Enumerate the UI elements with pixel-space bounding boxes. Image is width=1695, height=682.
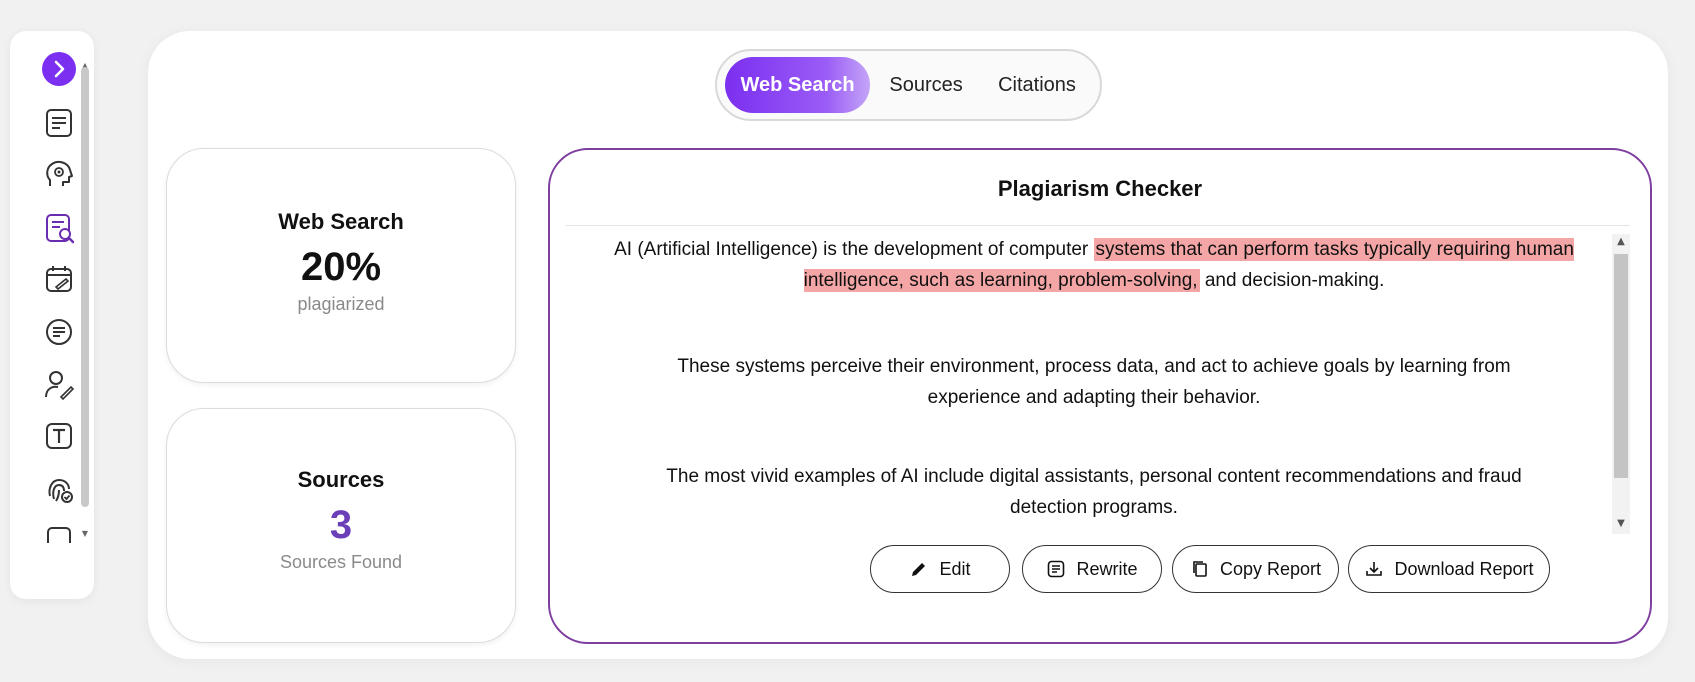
rewrite-button[interactable]: Rewrite (1022, 545, 1162, 593)
plagiarized-label: plagiarized (297, 294, 385, 314)
text-scroll-down[interactable]: ▼ (1612, 518, 1630, 529)
plagiarism-checker-panel: Plagiarism Checker AI (Artificial Intell… (548, 148, 1652, 644)
download-report-label: Download Report (1394, 558, 1534, 579)
user-pen-icon[interactable] (38, 363, 80, 405)
web-search-title: Web Search (278, 209, 404, 234)
sidebar: ▲ ▼ (10, 31, 94, 599)
sidebar-scroll-down[interactable]: ▼ (80, 529, 90, 538)
sources-title: Sources (297, 467, 385, 492)
paragraph-1: AI (Artificial Intelligence) is the deve… (570, 234, 1618, 296)
edit-label: Edit (939, 558, 971, 579)
copy-report-button[interactable]: Copy Report (1172, 545, 1339, 593)
sources-card: Sources 3 Sources Found (166, 408, 516, 643)
divider (566, 225, 1630, 226)
tab-citations[interactable]: Citations (982, 57, 1092, 113)
tab-web-search[interactable]: Web Search (725, 57, 871, 113)
brain-head-icon[interactable] (38, 154, 80, 196)
rewrite-label: Rewrite (1076, 558, 1138, 579)
document-lines-icon[interactable] (38, 102, 80, 144)
checker-title: Plagiarism Checker (997, 176, 1203, 201)
calendar-edit-icon[interactable] (38, 258, 80, 300)
rewrite-icon (1048, 560, 1065, 578)
text-scrollbar-thumb[interactable] (1614, 254, 1628, 478)
text-scroll-up[interactable]: ▲ (1612, 236, 1630, 247)
pencil-icon (912, 563, 926, 576)
sources-found-label: Sources Found (279, 552, 403, 572)
sources-count: 3 (329, 503, 353, 547)
partial-icon[interactable] (38, 523, 80, 543)
plain-text: AI (Artificial Intelligence) is the deve… (614, 239, 1094, 260)
plagiarized-percent: 20% (300, 245, 382, 289)
download-report-button[interactable]: Download Report (1348, 545, 1550, 593)
chevron-right-icon[interactable] (38, 48, 80, 90)
plain-text: and decision-making. (1199, 270, 1385, 291)
paragraph-3: The most vivid examples of AI include di… (666, 466, 1522, 518)
fingerprint-check-icon[interactable] (38, 468, 80, 510)
tab-bar: Web Search Sources Citations (715, 49, 1102, 121)
edit-button[interactable]: Edit (870, 545, 1010, 593)
paragraph-2: These systems perceive their environment… (677, 356, 1511, 408)
copy-icon (1193, 561, 1207, 577)
sidebar-scrollbar[interactable] (81, 67, 89, 507)
main-panel: Web Search Sources Citations Web Search … (148, 31, 1668, 659)
summary-icon[interactable] (38, 311, 80, 353)
web-search-card: Web Search 20% plagiarized (166, 148, 516, 383)
tab-sources[interactable]: Sources (870, 57, 982, 113)
checked-text-area[interactable]: AI (Artificial Intelligence) is the deve… (570, 234, 1618, 534)
text-box-icon[interactable] (38, 415, 80, 457)
download-icon (1366, 562, 1383, 576)
copy-report-label: Copy Report (1219, 558, 1322, 579)
plagiarism-check-icon[interactable] (38, 207, 80, 249)
